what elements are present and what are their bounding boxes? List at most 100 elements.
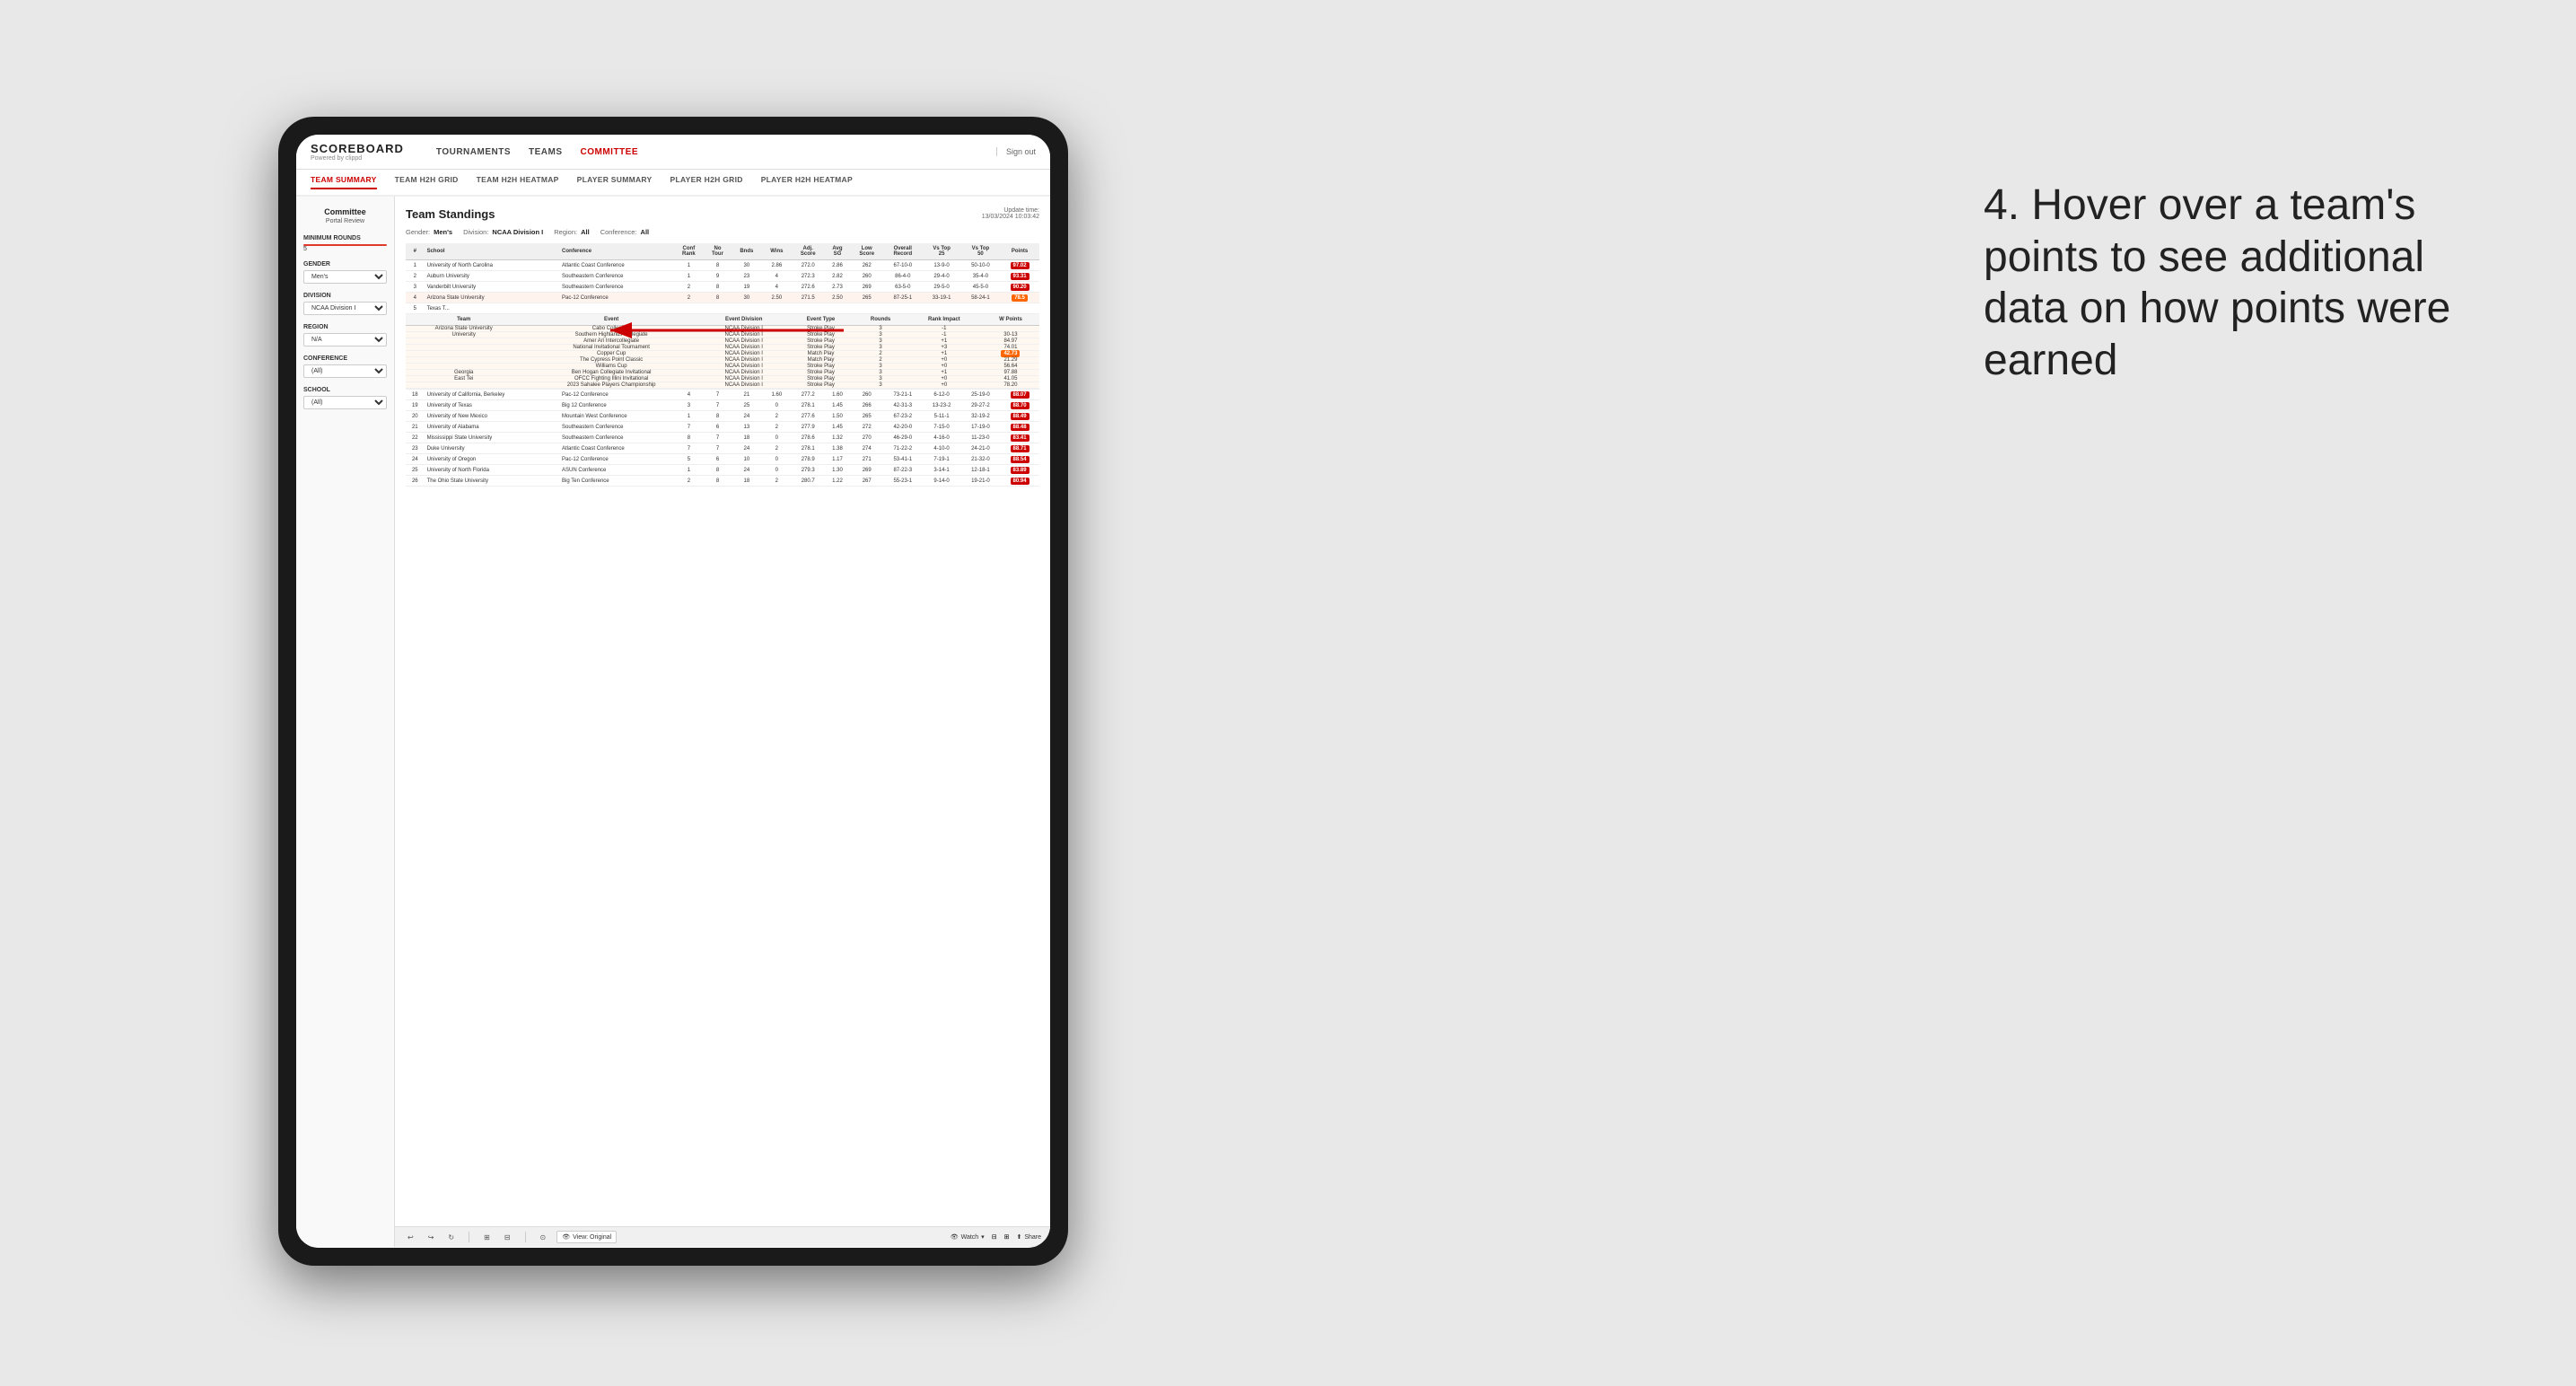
points-badge[interactable]: 88.54: [1011, 456, 1030, 463]
tab-player-h2h-grid[interactable]: PLAYER H2H GRID: [670, 175, 743, 189]
cell-vs-top25: 4-10-0: [922, 443, 960, 454]
division-select[interactable]: NCAA Division I: [303, 302, 387, 315]
points-badge[interactable]: 83.41: [1011, 434, 1030, 442]
cell-points[interactable]: 93.31: [1000, 271, 1039, 282]
cell-vs-top25: 3-14-1: [922, 465, 960, 476]
points-badge[interactable]: 90.20: [1011, 284, 1030, 291]
cell-avg-sg: 1.38: [825, 443, 851, 454]
points-badge[interactable]: 88.71: [1011, 445, 1030, 452]
cell-school: University of New Mexico: [425, 411, 559, 422]
col-overall-record: OverallRecord: [883, 243, 922, 260]
points-badge[interactable]: 93.31: [1011, 273, 1030, 280]
points-badge[interactable]: 88.49: [1011, 413, 1030, 420]
min-rounds-slider[interactable]: [303, 244, 387, 246]
cell-wins: 4: [762, 282, 792, 293]
cell-points[interactable]: 88.71: [1000, 443, 1039, 454]
cell-points[interactable]: 97.02: [1000, 260, 1039, 271]
tooltip-cell-rank-impact: +0: [907, 357, 982, 364]
points-badge[interactable]: 83.89: [1011, 467, 1030, 474]
cell-points[interactable]: 88.54: [1000, 454, 1039, 465]
cell-points[interactable]: 83.41: [1000, 433, 1039, 443]
refresh-button[interactable]: ↻: [444, 1232, 458, 1243]
cell-avg-sg: 1.30: [825, 465, 851, 476]
tooltip-cell-event-type: Stroke Play: [787, 382, 855, 389]
cell-low-score: 267: [850, 476, 883, 487]
nav-committee[interactable]: COMMITTEE: [581, 147, 639, 157]
info-button[interactable]: ⊙: [537, 1232, 550, 1243]
filter-region-label: Region:: [554, 228, 577, 236]
cell-low-score: 265: [850, 411, 883, 422]
nav-tournaments[interactable]: TOURNAMENTS: [436, 147, 511, 157]
share-button[interactable]: ⬆ Share: [1016, 1233, 1041, 1241]
tooltip-cell-event-div: NCAA Division I: [701, 357, 787, 364]
undo-button[interactable]: ↩: [404, 1232, 417, 1243]
gender-select[interactable]: Men's: [303, 270, 387, 284]
filter-gender-value: Men's: [434, 228, 452, 236]
toolbar-action-icon2[interactable]: ⊞: [1004, 1233, 1010, 1241]
points-badge[interactable]: 88.48: [1011, 424, 1030, 431]
view-original-button[interactable]: 👁 View: Original: [556, 1231, 617, 1243]
cell-points[interactable]: 83.89: [1000, 465, 1039, 476]
points-badge[interactable]: 97.02: [1011, 262, 1030, 269]
watch-icon: 👁: [951, 1233, 959, 1241]
cell-points[interactable]: 88.70: [1000, 400, 1039, 411]
cell-vs-top50: 35-4-0: [961, 271, 1000, 282]
tab-player-h2h-heatmap[interactable]: PLAYER H2H HEATMAP: [761, 175, 853, 189]
cell-vs-top50: 45-5-0: [961, 282, 1000, 293]
cell-points[interactable]: 78.5: [1000, 293, 1039, 303]
cell-vs-top50: 19-21-0: [961, 476, 1000, 487]
copy-button[interactable]: ⊞: [480, 1232, 494, 1243]
tooltip-cell-event-div: NCAA Division I: [701, 332, 787, 338]
nav-teams[interactable]: TEAMS: [529, 147, 563, 157]
tooltip-cell-team: [406, 345, 521, 351]
school-select[interactable]: (All): [303, 396, 387, 409]
cell-points[interactable]: 80.94: [1000, 476, 1039, 487]
cell-points[interactable]: 88.48: [1000, 422, 1039, 433]
sign-out-button[interactable]: Sign out: [996, 147, 1036, 156]
cell-conference: [559, 303, 674, 314]
cell-vs-top50: 29-27-2: [961, 400, 1000, 411]
points-badge-active[interactable]: 78.5: [1012, 294, 1028, 302]
watch-button[interactable]: 👁 Watch ▾: [951, 1233, 985, 1241]
tooltip-col-w-points: W Points: [982, 314, 1039, 326]
tooltip-cell-rounds: 3: [854, 332, 906, 338]
tab-team-h2h-heatmap[interactable]: TEAM H2H HEATMAP: [477, 175, 559, 189]
tooltip-cell-w-points: 84.97: [982, 338, 1039, 345]
region-select[interactable]: N/A: [303, 333, 387, 346]
cell-conference: Atlantic Coast Conference: [559, 260, 674, 271]
cell-adj-score: 272.0: [792, 260, 825, 271]
conference-select[interactable]: (All): [303, 364, 387, 378]
col-adj-score: Adj.Score: [792, 243, 825, 260]
cell-adj-score: 272.3: [792, 271, 825, 282]
cell-points[interactable]: 88.07: [1000, 390, 1039, 400]
table-row: 25 University of North Florida ASUN Conf…: [406, 465, 1039, 476]
toolbar-action-icon1[interactable]: ⊟: [992, 1233, 997, 1241]
points-badge[interactable]: 88.70: [1011, 402, 1030, 409]
tooltip-cell-event: Ben Hogan Collegiate Invitational: [521, 370, 701, 376]
cell-school: University of North Carolina: [425, 260, 559, 271]
cell-bnds: 24: [732, 411, 762, 422]
cell-adj-score: 277.2: [792, 390, 825, 400]
points-badge[interactable]: 80.94: [1011, 478, 1030, 485]
tab-team-summary[interactable]: TEAM SUMMARY: [311, 175, 377, 189]
cell-vs-top25: 13-9-0: [922, 260, 960, 271]
paste-button[interactable]: ⊟: [501, 1232, 514, 1243]
tab-team-h2h-grid[interactable]: TEAM H2H GRID: [395, 175, 459, 189]
filter-row: Gender: Men's Division: NCAA Division I …: [406, 228, 1039, 236]
cell-rank: 18: [406, 390, 425, 400]
cell-school: Vanderbilt University: [425, 282, 559, 293]
cell-points[interactable]: 90.20: [1000, 282, 1039, 293]
points-badge[interactable]: 88.07: [1011, 391, 1030, 399]
tab-player-summary[interactable]: PLAYER SUMMARY: [577, 175, 653, 189]
tooltip-cell-team: East Tei: [406, 376, 521, 382]
tooltip-cell-rank-impact: +1: [907, 338, 982, 345]
cell-overall-record: 53-41-1: [883, 454, 922, 465]
redo-button[interactable]: ↪: [425, 1232, 438, 1243]
tooltip-cell-event: Williams Cup: [521, 364, 701, 370]
cell-adj-score: 278.1: [792, 400, 825, 411]
tooltip-cell-team: Georgia: [406, 370, 521, 376]
tooltip-cell-event: Amer Ari Intercollegiate: [521, 338, 701, 345]
cell-points[interactable]: 88.49: [1000, 411, 1039, 422]
cell-overall-record: 63-5-0: [883, 282, 922, 293]
tooltip-header-row: Team Event Event Division Event Type Rou…: [406, 314, 1039, 326]
